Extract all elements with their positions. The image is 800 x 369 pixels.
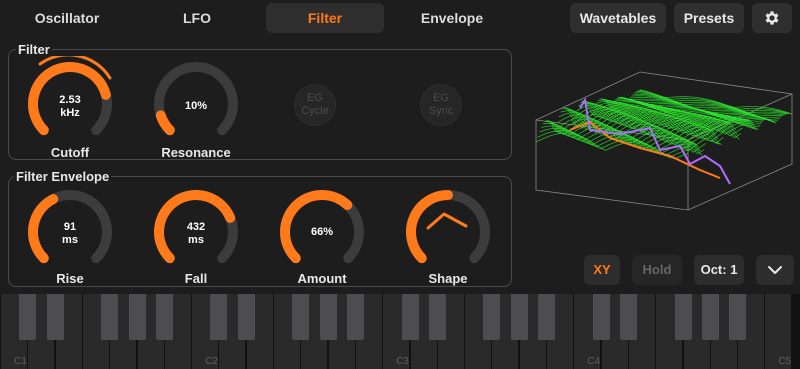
eg-sync-line2: Sync <box>428 105 454 117</box>
black-key[interactable] <box>701 294 719 340</box>
fall-knob[interactable]: 432 ms Fall <box>148 184 244 294</box>
black-key[interactable] <box>428 294 446 340</box>
piano-keyboard[interactable]: C1 C2 C3 C4 C5 <box>0 294 800 369</box>
octave-label: C1 <box>14 356 27 367</box>
presets-button[interactable]: Presets <box>674 3 744 33</box>
black-key[interactable] <box>101 294 119 340</box>
amount-label: Amount <box>297 271 347 286</box>
expand-button[interactable] <box>756 255 794 285</box>
rise-value: 91 <box>63 221 77 233</box>
cutoff-label: Cutoff <box>50 145 90 160</box>
amount-value: 66% <box>310 226 334 238</box>
eg-cycle-button[interactable]: EG Cycle <box>294 84 336 126</box>
cutoff-knob[interactable]: 2.53 kHz Cutoff <box>22 56 118 166</box>
black-key[interactable] <box>210 294 228 340</box>
octave-label: C2 <box>205 356 218 367</box>
amount-knob[interactable]: 66% Amount <box>274 184 370 294</box>
black-key[interactable] <box>237 294 255 340</box>
black-key[interactable] <box>46 294 64 340</box>
black-key[interactable] <box>346 294 364 340</box>
octave-label: C4 <box>587 356 601 367</box>
settings-button[interactable] <box>752 3 792 33</box>
eg-cycle-line1: EG <box>307 92 323 104</box>
black-key[interactable] <box>510 294 528 340</box>
octave-button[interactable]: Oct: 1 <box>694 255 744 285</box>
shape-label: Shape <box>428 271 468 286</box>
xy-button[interactable]: XY <box>584 255 620 285</box>
cutoff-value: 2.53 <box>59 94 81 106</box>
shape-arc <box>406 190 490 264</box>
hold-button[interactable]: Hold <box>632 255 682 285</box>
rise-unit: ms <box>62 234 78 246</box>
tab-oscillator[interactable]: Oscillator <box>4 3 130 33</box>
black-key[interactable] <box>128 294 146 340</box>
black-key[interactable] <box>538 294 555 340</box>
filter-envelope-title: Filter Envelope <box>14 169 112 184</box>
black-key[interactable] <box>292 294 310 340</box>
eg-sync-button[interactable]: EG Sync <box>420 84 462 126</box>
fall-label: Fall <box>184 271 208 286</box>
rise-knob[interactable]: 91 ms Rise <box>22 184 118 294</box>
tab-envelope[interactable]: Envelope <box>390 3 514 33</box>
knob-track <box>154 62 238 136</box>
black-key[interactable] <box>155 294 173 340</box>
black-key[interactable] <box>319 294 337 340</box>
black-key[interactable] <box>401 294 419 340</box>
wavetable-3d-view[interactable] <box>530 60 798 220</box>
black-key[interactable] <box>674 294 692 340</box>
eg-sync-line1: EG <box>433 92 449 104</box>
resonance-label: Resonance <box>161 145 231 160</box>
black-key[interactable] <box>19 294 37 340</box>
tab-bar: Oscillator LFO Filter Envelope <box>0 0 520 36</box>
black-key[interactable] <box>483 294 501 340</box>
tab-filter[interactable]: Filter <box>266 3 384 33</box>
gear-icon <box>765 11 779 25</box>
cutoff-unit: kHz <box>60 107 80 119</box>
black-key[interactable] <box>619 294 637 340</box>
fall-value: 432 <box>186 221 206 233</box>
fall-unit: ms <box>188 234 204 246</box>
knob-value-arc <box>155 110 175 136</box>
black-key[interactable] <box>592 294 610 340</box>
shape-knob[interactable]: Shape <box>400 184 496 294</box>
eg-cycle-line2: Cycle <box>301 105 329 117</box>
black-key[interactable] <box>729 294 747 340</box>
filter-panel-title: Filter <box>16 42 52 57</box>
octave-label: C5 <box>778 356 792 367</box>
octave-label: C3 <box>396 356 409 367</box>
chevron-down-icon <box>768 266 782 274</box>
tab-lfo[interactable]: LFO <box>134 3 260 33</box>
shape-curve-icon <box>426 212 468 230</box>
resonance-value: 10% <box>184 100 208 112</box>
wavetables-button[interactable]: Wavetables <box>570 3 666 33</box>
rise-label: Rise <box>56 271 84 286</box>
resonance-knob[interactable]: 10% Resonance <box>148 56 244 166</box>
